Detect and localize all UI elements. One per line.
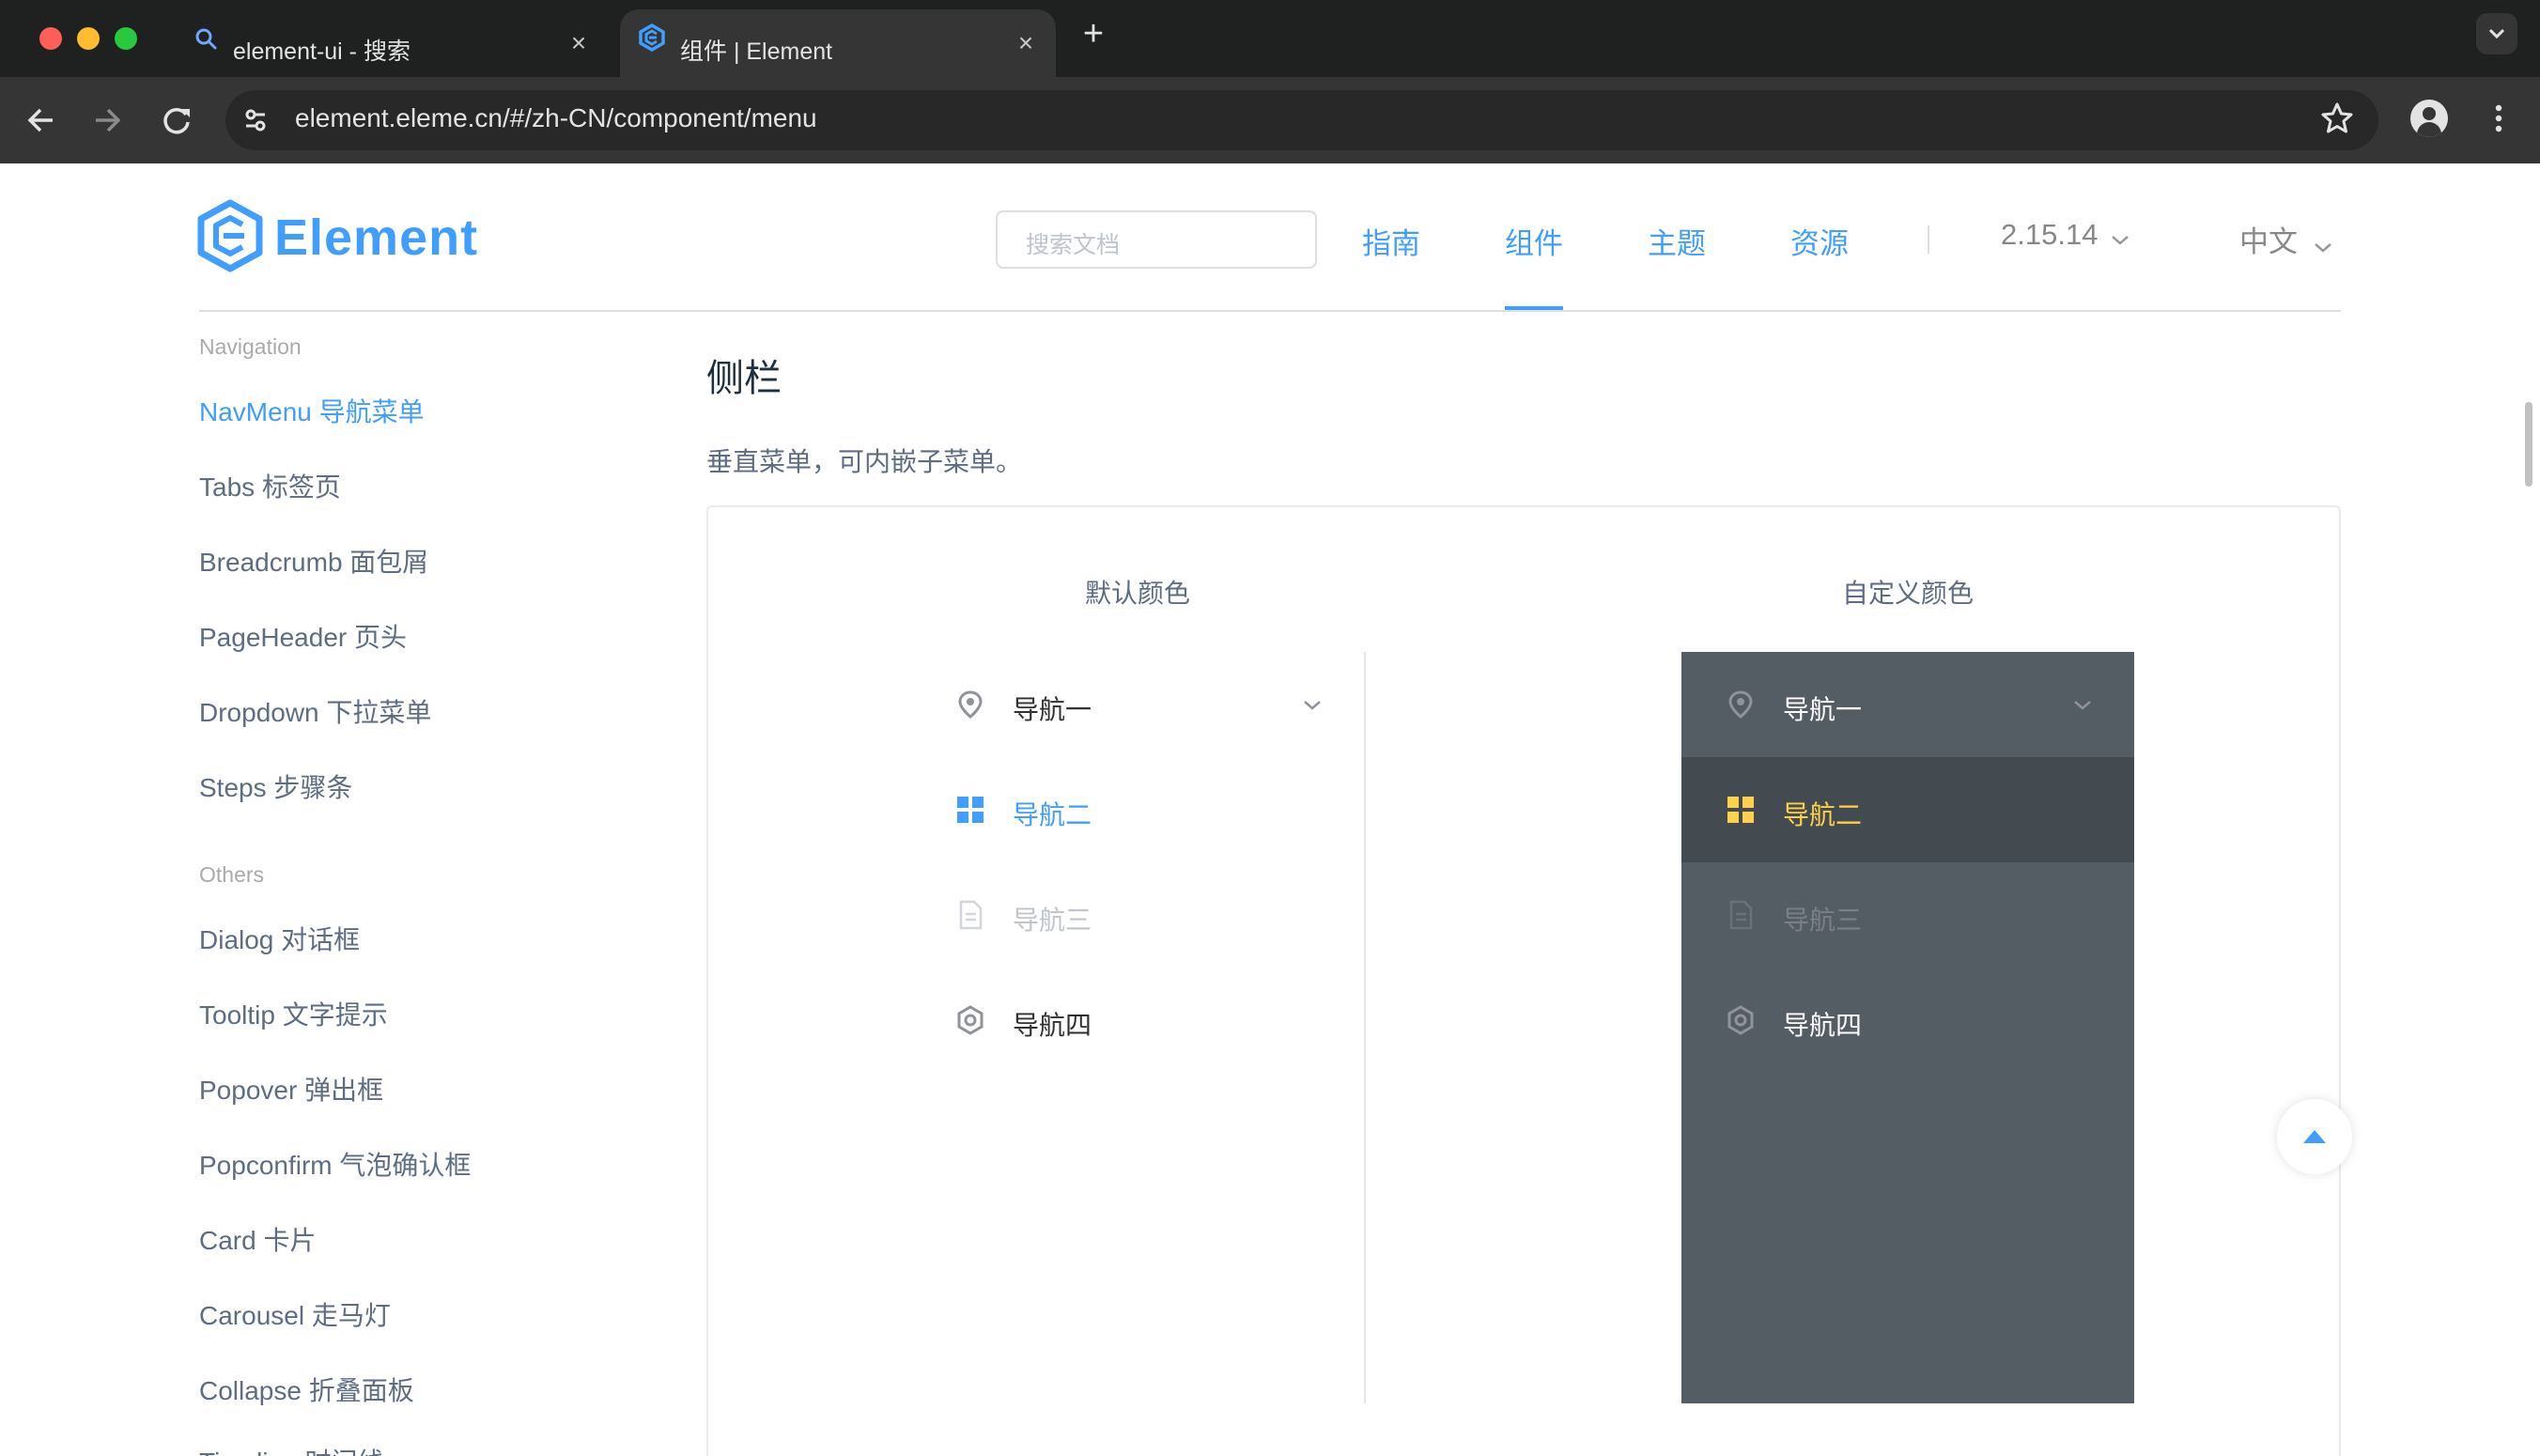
sidebar-section-navigation: Navigation <box>199 334 302 359</box>
location-icon <box>1728 690 1753 719</box>
window-minimize-button[interactable] <box>77 27 100 50</box>
window-close-button[interactable] <box>39 27 62 50</box>
new-tab-button[interactable]: + <box>1075 15 1112 53</box>
caption-default-color: 默认颜色 <box>1084 579 1190 608</box>
setting-icon <box>957 1005 983 1035</box>
nav-theme[interactable]: 主题 <box>1648 220 1706 262</box>
language-dropdown[interactable]: 中文 <box>2239 218 2333 260</box>
url-text[interactable]: element.eleme.cn/#/zh-CN/component/menu <box>295 103 817 133</box>
custom-menu: 导航一 导航二 导航三 导航四 <box>1681 652 2134 1403</box>
page-content: Element 搜索文档 指南 组件 主题 资源 2.15.14 中文 Navi… <box>0 163 2540 1456</box>
nav-divider <box>1928 225 1929 254</box>
document-icon <box>959 900 983 930</box>
language-label: 中文 <box>2239 225 2298 258</box>
sidebar-item-collapse[interactable]: Collapse 折叠面板 <box>199 1371 414 1408</box>
header-divider <box>199 310 2341 312</box>
menu-item-nav2[interactable]: 导航二 <box>1681 757 2134 862</box>
menu-grid-icon <box>957 797 983 823</box>
menu-item-nav2[interactable]: 导航二 <box>911 757 1364 862</box>
close-tab-icon[interactable]: × <box>1009 26 1043 60</box>
chevron-down-icon <box>2112 235 2129 245</box>
chevron-down-icon <box>1304 701 1321 710</box>
sidebar-item-breadcrumb[interactable]: Breadcrumb 面包屑 <box>199 542 428 580</box>
sidebar-item-carousel[interactable]: Carousel 走马灯 <box>199 1295 391 1333</box>
sidebar-item-navmenu[interactable]: NavMenu 导航菜单 <box>199 392 425 429</box>
search-docs-input[interactable]: 搜索文档 <box>996 210 1317 269</box>
search-icon <box>195 28 217 50</box>
section-title: 侧栏 <box>706 358 782 399</box>
tab-title: element-ui - 搜索 <box>233 39 410 65</box>
version-label: 2.15.14 <box>2001 218 2099 251</box>
element-logo-icon[interactable] <box>197 199 263 272</box>
bookmark-star-icon[interactable] <box>2318 100 2356 137</box>
back-to-top-button[interactable] <box>2277 1099 2352 1174</box>
browser-tab-strip: element-ui - 搜索 × 组件 | Element × + <box>0 0 2540 77</box>
reload-icon[interactable] <box>150 94 203 147</box>
nav-guide[interactable]: 指南 <box>1362 220 1420 262</box>
sidebar-item-tooltip[interactable]: Tooltip 文字提示 <box>199 995 388 1032</box>
menu-item-nav4[interactable]: 导航四 <box>911 968 1364 1073</box>
tab-search-button[interactable] <box>2476 13 2517 54</box>
caret-top-icon <box>2303 1130 2326 1143</box>
version-dropdown[interactable]: 2.15.14 <box>2001 218 2130 252</box>
menu-item-nav1[interactable]: 导航一 <box>1681 652 2134 757</box>
menu-item-label: 导航四 <box>1783 1011 1863 1040</box>
caption-custom-color: 自定义颜色 <box>1841 579 1974 608</box>
menu-item-nav3[interactable]: 导航三 <box>1681 862 2134 968</box>
back-icon[interactable] <box>15 94 68 147</box>
sidebar-section-others: Others <box>199 862 265 887</box>
profile-avatar[interactable] <box>2410 100 2448 137</box>
page-scrollbar-thumb[interactable] <box>2525 402 2532 487</box>
location-icon <box>958 690 983 719</box>
menu-item-label: 导航二 <box>1013 800 1092 829</box>
sidebar-item-popover[interactable]: Popover 弹出框 <box>199 1070 383 1107</box>
window-zoom-button[interactable] <box>115 27 137 50</box>
sidebar-item-timeline[interactable]: Timeline 时间线 <box>199 1442 384 1456</box>
sidebar-item-popconfirm[interactable]: Popconfirm 气泡确认框 <box>199 1145 471 1183</box>
nav-resource[interactable]: 资源 <box>1790 220 1849 262</box>
document-icon <box>1729 900 1753 930</box>
more-menu-icon[interactable] <box>2484 100 2514 137</box>
menu-item-nav1[interactable]: 导航一 <box>911 652 1364 757</box>
close-tab-icon[interactable]: × <box>562 26 596 60</box>
menu-item-label: 导航三 <box>1783 906 1863 935</box>
default-menu: 导航一 导航二 导航三 导航四 <box>911 652 1366 1403</box>
menu-item-label: 导航三 <box>1013 906 1092 935</box>
nav-component[interactable]: 组件 <box>1505 220 1563 262</box>
section-description: 垂直菜单，可内嵌子菜单。 <box>706 447 1023 476</box>
tab-title: 组件 | Element <box>680 39 833 65</box>
chevron-down-icon <box>2074 701 2091 710</box>
menu-item-label: 导航一 <box>1783 695 1863 724</box>
browser-tab-search[interactable]: element-ui - 搜索 × <box>173 9 609 77</box>
logo-text[interactable]: Element <box>274 209 478 267</box>
element-logo-icon <box>639 23 665 53</box>
forward-icon[interactable] <box>81 94 133 147</box>
search-placeholder: 搜索文档 <box>1026 232 1121 258</box>
sidebar-item-tabs[interactable]: Tabs 标签页 <box>199 467 341 504</box>
site-settings-icon[interactable] <box>239 103 272 137</box>
browser-tab-element[interactable]: 组件 | Element × <box>620 9 1056 77</box>
menu-item-label: 导航四 <box>1013 1011 1092 1040</box>
menu-item-nav3[interactable]: 导航三 <box>911 862 1364 968</box>
sidebar-item-dialog[interactable]: Dialog 对话框 <box>199 920 360 957</box>
sidebar-item-card[interactable]: Card 卡片 <box>199 1220 316 1258</box>
chevron-down-icon <box>2488 28 2505 39</box>
chevron-down-icon <box>2315 242 2332 253</box>
menu-item-nav4[interactable]: 导航四 <box>1681 968 2134 1073</box>
sidebar-item-pageheader[interactable]: PageHeader 页头 <box>199 617 407 655</box>
sidebar-item-dropdown[interactable]: Dropdown 下拉菜单 <box>199 692 431 730</box>
menu-item-label: 导航一 <box>1013 695 1092 724</box>
menu-item-label: 导航二 <box>1783 800 1863 829</box>
menu-grid-icon <box>1727 797 1754 823</box>
setting-icon <box>1727 1005 1754 1035</box>
sidebar-item-steps[interactable]: Steps 步骤条 <box>199 767 352 805</box>
